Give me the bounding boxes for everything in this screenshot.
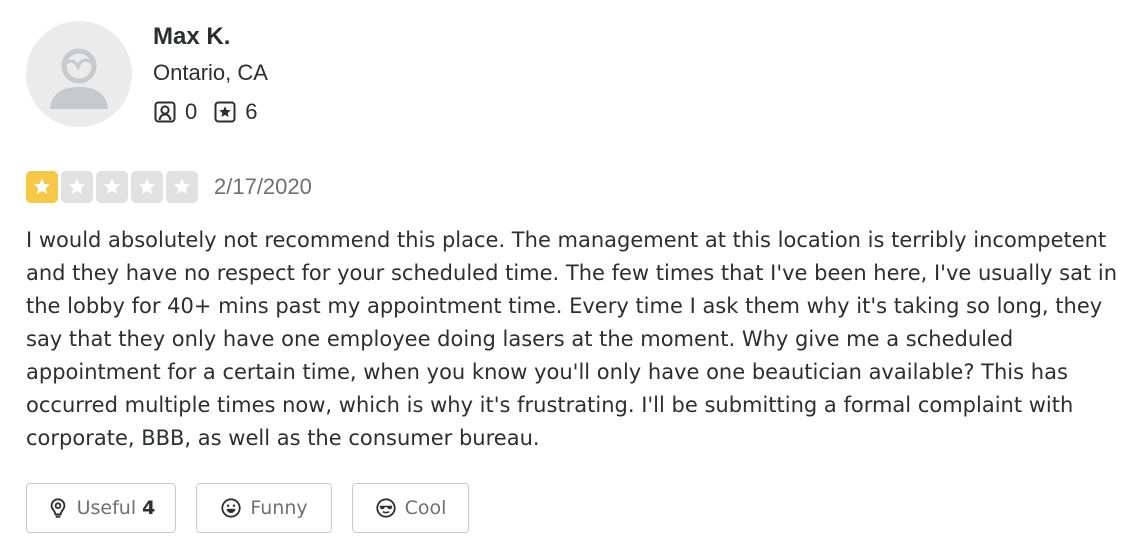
user-name[interactable]: Max K. — [153, 22, 230, 52]
friends-stat: 0 — [153, 99, 197, 125]
star-empty-icon — [61, 171, 93, 203]
default-user-silhouette-icon — [50, 48, 108, 109]
sunglasses-icon — [375, 498, 396, 518]
reviews-stat: 6 — [213, 99, 258, 125]
reaction-buttons: Useful 4 Funny Cool — [26, 483, 489, 533]
avatar[interactable] — [26, 21, 132, 127]
review-card: Max K. Ontario, CA 0 6 2/17/2020 I would… — [0, 0, 1124, 538]
star-empty-icon — [166, 171, 198, 203]
star-review-icon — [214, 101, 236, 123]
funny-button[interactable]: Funny — [196, 483, 332, 533]
cool-label: Cool — [404, 497, 447, 519]
star-empty-icon — [131, 171, 163, 203]
user-stats: 0 6 — [153, 99, 274, 125]
smile-icon — [221, 498, 241, 518]
friends-count: 0 — [185, 99, 198, 124]
star-rating — [26, 171, 201, 203]
user-location: Ontario, CA — [153, 60, 268, 85]
star-empty-icon — [96, 171, 128, 203]
funny-label: Funny — [250, 497, 308, 519]
rating-row: 2/17/2020 — [26, 171, 312, 203]
useful-label: Useful — [76, 497, 137, 519]
cool-button[interactable]: Cool — [352, 483, 469, 533]
review-text: I would absolutely not recommend this pl… — [26, 228, 1118, 450]
useful-button[interactable]: Useful 4 — [26, 483, 176, 533]
friends-icon — [154, 101, 176, 123]
reviews-count: 6 — [245, 99, 258, 124]
useful-count: 4 — [142, 497, 156, 519]
review-date: 2/17/2020 — [214, 174, 312, 199]
star-filled-icon — [26, 171, 58, 203]
lightbulb-icon — [50, 498, 65, 518]
